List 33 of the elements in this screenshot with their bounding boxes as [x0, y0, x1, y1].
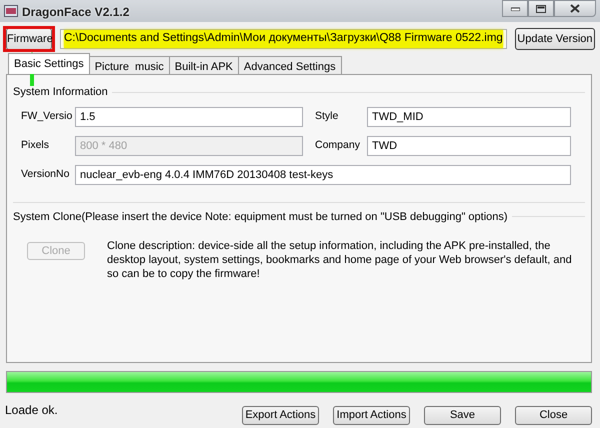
tab[interactable]: Advanced Settings [238, 56, 342, 74]
action-button[interactable]: Export Actions [242, 406, 319, 425]
highlight-frame [3, 26, 55, 52]
field-label: FW_Versio [21, 108, 74, 124]
field-label: Company [315, 138, 361, 153]
app-icon [4, 5, 18, 17]
group-title: System Clone(Please insert the device Note: equipment must be turned on "USB debugging" options) [13, 210, 508, 224]
path-field[interactable]: C:\Documents and Settings\Admin\Мои документы\Загрузки\Q88 Firmware 0522.img [60, 29, 507, 49]
close-icon [570, 4, 580, 13]
action-button[interactable]: Import Actions [333, 406, 410, 425]
tab[interactable]: Basic Settings [8, 53, 90, 74]
close-button[interactable] [554, 0, 596, 17]
maximize-button[interactable] [528, 0, 554, 17]
minimize-button[interactable] [502, 0, 528, 17]
text-field[interactable]: TWD_MID [367, 106, 571, 126]
tab[interactable]: Built-in APK [168, 56, 239, 74]
clone-description: Clone description: device-side all the setup information, including the APK pre-installed, the desktop layout, system settings, bookmarks and home page of your Web browser's default, and so can be to copy the firmware! [107, 239, 573, 281]
window-title: DragonFace V2.1.2 [22, 4, 130, 21]
firmware-button[interactable]: Firmware [6, 28, 52, 50]
action-button[interactable]: Save [424, 406, 501, 425]
field-label: Style [315, 108, 340, 124]
tab[interactable]: Picture music [88, 56, 170, 74]
text-field[interactable]: 1.5 [75, 106, 303, 126]
field-label: VersionNo [21, 166, 70, 182]
text-field[interactable]: TWD [367, 136, 571, 156]
action-button[interactable]: Close [515, 406, 592, 425]
text-field[interactable]: nuclear_evb-eng 4.0.4 IMM76D 20130408 test-keys [75, 164, 571, 184]
update-version-button[interactable]: Update Version [514, 28, 595, 50]
group-title: System Information [13, 85, 108, 100]
field-label: Pixels [21, 138, 50, 153]
maximize-icon [536, 4, 546, 12]
minimize-icon [510, 6, 520, 10]
status-text: Loade ok. [5, 402, 58, 419]
